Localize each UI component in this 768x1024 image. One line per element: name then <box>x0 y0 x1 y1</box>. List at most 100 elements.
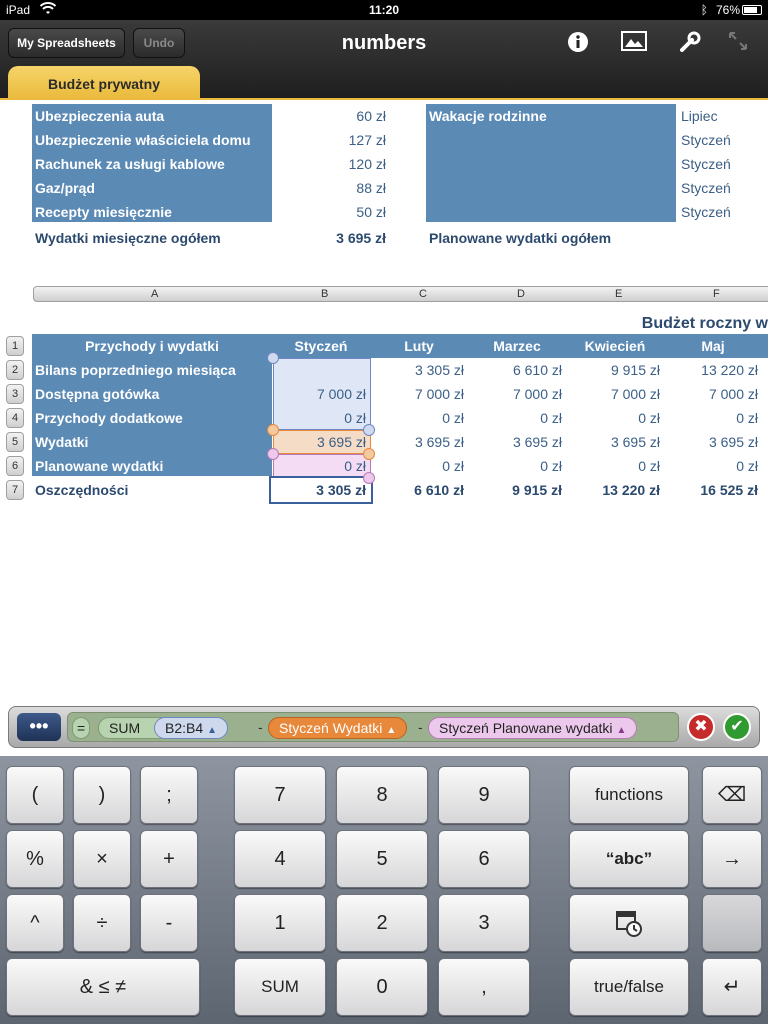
table-cell[interactable]: Styczeń <box>676 128 768 152</box>
table-cell[interactable]: 3 305 zł <box>370 358 468 382</box>
table-cell[interactable] <box>426 200 676 222</box>
table-cell[interactable]: 0 zł <box>370 454 468 476</box>
wrench-icon[interactable] <box>676 30 704 56</box>
table-cell[interactable]: Lipiec <box>676 104 768 128</box>
total-label[interactable]: Wydatki miesięczne ogółem <box>32 226 272 250</box>
cancel-formula-button[interactable]: ✖ <box>687 713 715 741</box>
row-number[interactable]: 3 <box>6 384 24 404</box>
key-return[interactable]: ↵ <box>702 958 762 1016</box>
key-true-false[interactable]: true/false <box>569 958 689 1016</box>
column-letter[interactable]: D <box>517 288 525 300</box>
table-cell[interactable]: Ubezpieczenie właściciela domu <box>32 128 272 152</box>
tab-budzet-prywatny[interactable]: Budżet prywatny <box>8 66 200 100</box>
header-cell[interactable]: Kwiecień <box>566 334 664 358</box>
header-cell[interactable]: Marzec <box>468 334 566 358</box>
row-label[interactable]: Przychody dodatkowe <box>32 406 272 430</box>
row-label[interactable]: Planowane wydatki <box>32 454 272 476</box>
key-left-paren[interactable]: ( <box>6 766 64 824</box>
header-cell[interactable]: Przychody i wydatki <box>32 334 272 358</box>
table-cell[interactable]: 3 695 zł <box>664 430 762 454</box>
key-2[interactable]: 2 <box>336 894 428 952</box>
table-cell[interactable]: 7 000 zł <box>468 382 566 406</box>
header-cell[interactable]: Styczeń <box>272 334 370 358</box>
table-cell[interactable] <box>426 128 676 152</box>
key-multiply[interactable]: × <box>73 830 131 888</box>
spreadsheet-canvas[interactable]: Ubezpieczenia auta 60 zł Wakacje rodzinn… <box>0 100 768 704</box>
table-cell[interactable]: 127 zł <box>272 128 390 152</box>
ref-token-wydatki[interactable]: Styczeń Wydatki ▲ <box>268 717 408 739</box>
table-cell[interactable]: 3 695 zł <box>272 430 370 454</box>
table-cell[interactable]: Styczeń <box>676 200 768 222</box>
key-next[interactable]: → <box>702 830 762 888</box>
image-icon[interactable] <box>620 30 648 56</box>
column-letter[interactable]: C <box>419 288 427 300</box>
key-8[interactable]: 8 <box>336 766 428 824</box>
key-9[interactable]: 9 <box>438 766 530 824</box>
column-letter[interactable]: F <box>713 288 720 300</box>
key-minus[interactable]: - <box>140 894 198 952</box>
row-number[interactable]: 5 <box>6 432 24 452</box>
table-cell[interactable]: 0 zł <box>566 454 664 476</box>
table-cell[interactable]: 3 695 zł <box>566 430 664 454</box>
key-1[interactable]: 1 <box>234 894 326 952</box>
row-number[interactable]: 4 <box>6 408 24 428</box>
key-comma[interactable]: , <box>438 958 530 1016</box>
row-label[interactable]: Bilans poprzedniego miesiąca <box>32 358 272 382</box>
key-plus[interactable]: + <box>140 830 198 888</box>
table-cell[interactable]: 0 zł <box>370 406 468 430</box>
table-cell[interactable]: Wakacje rodzinne <box>426 104 676 128</box>
key-3[interactable]: 3 <box>438 894 530 952</box>
key-5[interactable]: 5 <box>336 830 428 888</box>
key-blank[interactable] <box>702 894 762 952</box>
table-cell[interactable]: 3 305 zł <box>272 478 370 502</box>
range-token[interactable]: B2:B4 ▲ <box>154 717 229 739</box>
header-cell[interactable]: Maj <box>664 334 762 358</box>
table-cell[interactable] <box>426 176 676 200</box>
table-cell[interactable]: 50 zł <box>272 200 390 222</box>
column-letter[interactable]: E <box>615 288 622 300</box>
table-cell[interactable]: 13 220 zł <box>664 358 762 382</box>
key-0[interactable]: 0 <box>336 958 428 1016</box>
row-number[interactable]: 7 <box>6 480 24 500</box>
key-7[interactable]: 7 <box>234 766 326 824</box>
table-cell[interactable]: 7 000 zł <box>370 382 468 406</box>
key-6[interactable]: 6 <box>438 830 530 888</box>
key-percent[interactable]: % <box>6 830 64 888</box>
more-options-button[interactable]: ••• <box>17 713 61 741</box>
table-cell[interactable]: 16 525 zł <box>664 478 762 502</box>
table-cell[interactable]: 0 zł <box>664 406 762 430</box>
key-4[interactable]: 4 <box>234 830 326 888</box>
table-cell[interactable]: 3 695 zł <box>370 430 468 454</box>
total-value[interactable]: 3 695 zł <box>272 226 390 250</box>
table-cell[interactable]: 7 000 zł <box>272 382 370 406</box>
table-cell[interactable]: Recepty miesięcznie <box>32 200 272 222</box>
planned-total-label[interactable]: Planowane wydatki ogółem <box>426 226 676 250</box>
key-logic-operators[interactable]: & ≤ ≠ <box>6 958 200 1016</box>
table-cell[interactable]: 7 000 zł <box>664 382 762 406</box>
table-cell[interactable]: 7 000 zł <box>566 382 664 406</box>
table-cell[interactable] <box>426 152 676 176</box>
header-cell[interactable]: Luty <box>370 334 468 358</box>
table-cell[interactable]: 0 zł <box>468 454 566 476</box>
accept-formula-button[interactable]: ✔ <box>723 713 751 741</box>
key-right-paren[interactable]: ) <box>73 766 131 824</box>
table-cell[interactable]: 0 zł <box>272 406 370 430</box>
equals-token[interactable]: = <box>72 717 91 739</box>
key-caret[interactable]: ^ <box>6 894 64 952</box>
table-cell[interactable]: 88 zł <box>272 176 390 200</box>
column-letter[interactable]: A <box>151 288 158 300</box>
formula-editor[interactable]: = SUM B2:B4 ▲ - Styczeń Wydatki ▲ - Stycze… <box>67 712 679 742</box>
table-cell[interactable]: Styczeń <box>676 176 768 200</box>
annual-table-title[interactable]: Budżet roczny w <box>600 312 768 336</box>
table-cell[interactable]: Gaz/prąd <box>32 176 272 200</box>
key-semicolon[interactable]: ; <box>140 766 198 824</box>
row-number[interactable]: 6 <box>6 456 24 476</box>
table-cell[interactable]: 0 zł <box>468 406 566 430</box>
table-cell[interactable]: 6 610 zł <box>468 358 566 382</box>
key-functions[interactable]: functions <box>569 766 689 824</box>
ref-token-planowane[interactable]: Styczeń Planowane wydatki ▲ <box>428 717 638 739</box>
column-header-bar[interactable]: A B C D E F <box>33 286 768 302</box>
table-cell[interactable]: 9 915 zł <box>468 478 566 502</box>
key-date-time[interactable] <box>569 894 689 952</box>
table-cell[interactable] <box>272 358 370 382</box>
